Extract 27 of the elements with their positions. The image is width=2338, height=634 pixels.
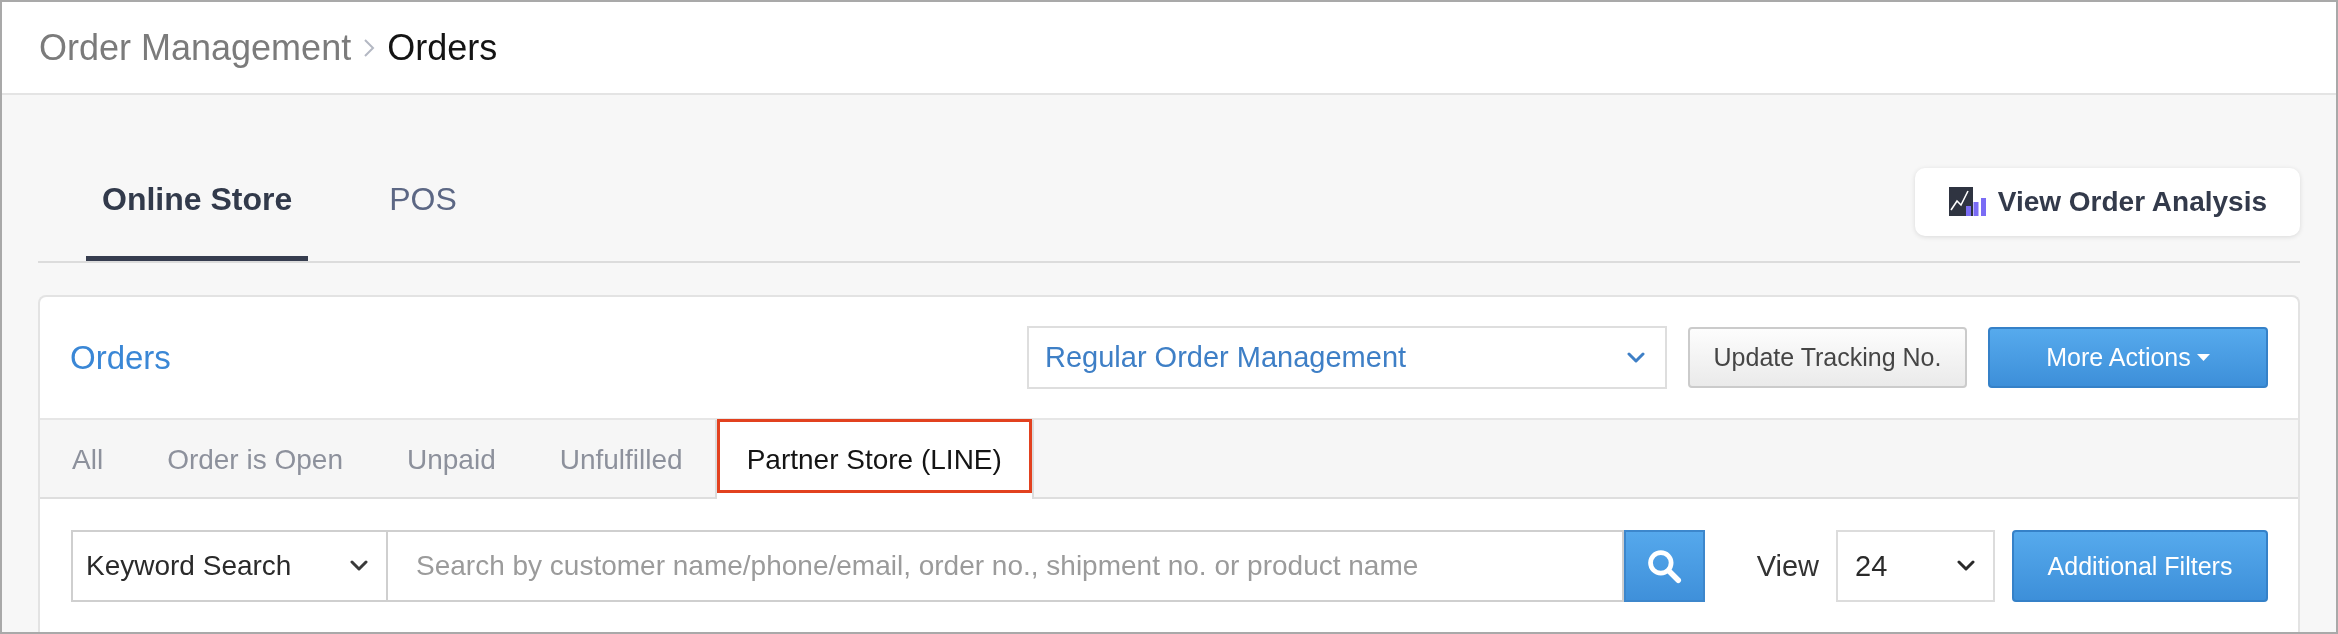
- breadcrumb-link[interactable]: Order Management: [39, 26, 352, 69]
- page-size-select[interactable]: 24: [1836, 530, 1995, 602]
- search-field[interactable]: Search by customer name/phone/email, order no., shipment no. or product name: [388, 530, 1624, 602]
- view-order-analysis-button[interactable]: View Order Analysis: [1914, 167, 2300, 236]
- chevron-down-icon: [1627, 351, 1645, 364]
- more-actions-button[interactable]: More Actions: [1988, 327, 2268, 388]
- status-tab[interactable]: Unpaid: [375, 420, 528, 499]
- chevron-down-icon: [350, 560, 368, 572]
- chevron-down-icon: [1957, 560, 1975, 572]
- order-type-select[interactable]: Regular Order Management: [1027, 326, 1667, 389]
- channel-tab[interactable]: Online Store: [86, 138, 309, 261]
- status-tab[interactable]: Unfulfilled: [527, 420, 715, 499]
- additional-filters-button[interactable]: Additional Filters: [2012, 530, 2268, 602]
- chevron-right-icon: [363, 37, 376, 58]
- status-tab[interactable]: Partner Store (LINE): [714, 420, 1034, 499]
- channel-tab[interactable]: POS: [373, 138, 473, 261]
- status-tab[interactable]: Order is Open: [135, 420, 375, 499]
- caret-icon: [2196, 354, 2210, 361]
- search-type-select[interactable]: Keyword Search: [71, 530, 388, 602]
- card-title: Orders: [70, 338, 171, 377]
- breadcrumb-current: Orders: [387, 26, 498, 69]
- chart-icon: [1948, 187, 1986, 216]
- status-tab[interactable]: All: [40, 420, 136, 499]
- view-label: View: [1756, 549, 1819, 583]
- search-button[interactable]: [1623, 530, 1705, 602]
- search-icon: [1645, 547, 1684, 585]
- update-tracking-button[interactable]: Update Tracking No.: [1688, 327, 1967, 388]
